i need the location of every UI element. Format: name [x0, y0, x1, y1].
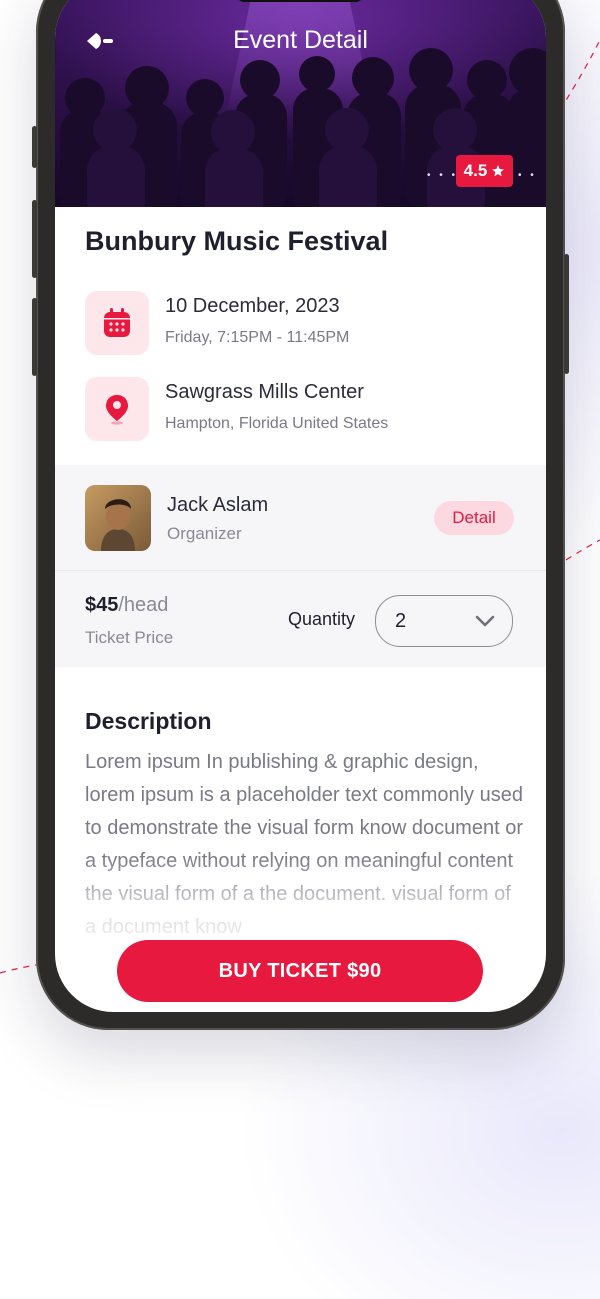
organizer-role: Organizer	[167, 524, 242, 543]
event-date: 10 December, 2023	[165, 295, 340, 317]
event-time: Friday, 7:15PM - 11:45PM	[165, 329, 350, 346]
quantity-label: Quantity	[288, 609, 356, 629]
calendar-icon-box	[85, 291, 149, 355]
rating-badge: 4.5	[456, 155, 513, 187]
event-title: Bunbury Music Festival	[85, 226, 389, 256]
phone-screen: Event Detail • • • • • 4.5 Bunbury Music…	[55, 0, 546, 1012]
panel-divider	[55, 570, 546, 571]
calendar-icon	[104, 308, 130, 337]
phone-notch	[235, 0, 365, 2]
ticket-price-value: $45	[85, 594, 119, 616]
ticket-price-unit: /head	[118, 594, 169, 616]
event-venue: Sawgrass Mills Center	[165, 381, 364, 403]
location-icon-box	[85, 377, 149, 441]
mute-switch	[32, 126, 37, 168]
event-address: Hampton, Florida United States	[165, 415, 389, 432]
chevron-down-icon	[475, 615, 495, 627]
page-title: Event Detail	[233, 26, 368, 54]
power-button	[564, 254, 569, 374]
carousel-dots-right: • •	[518, 170, 537, 181]
organizer-avatar	[85, 485, 151, 551]
description-title: Description	[85, 708, 212, 734]
buy-ticket-button[interactable]: BUY TICKET $90	[117, 940, 483, 1002]
carousel-dots-left: • • •	[427, 170, 459, 181]
ticket-price: $45/head	[85, 594, 168, 617]
ticket-price-label: Ticket Price	[85, 628, 174, 647]
event-location-row: Sawgrass Mills Center Hampton, Florida U…	[85, 377, 525, 441]
description-text: Lorem ipsum In publishing & graphic desi…	[85, 751, 523, 938]
quantity-value: 2	[395, 610, 407, 632]
quantity-dropdown[interactable]: 2	[375, 595, 513, 647]
volume-down-button	[32, 298, 37, 376]
organizer-name: Jack Aslam	[167, 494, 269, 516]
event-date-row: 10 December, 2023 Friday, 7:15PM - 11:45…	[85, 291, 525, 355]
star-icon	[492, 165, 505, 177]
rating-value: 4.5	[463, 161, 488, 180]
organizer-ticket-panel: Jack Aslam Organizer Detail $45/head Tic…	[55, 465, 546, 667]
organizer-detail-button[interactable]: Detail	[434, 501, 514, 535]
event-hero-image: Event Detail • • • • • 4.5	[55, 0, 546, 207]
volume-up-button	[32, 200, 37, 278]
location-pin-icon	[106, 395, 128, 425]
